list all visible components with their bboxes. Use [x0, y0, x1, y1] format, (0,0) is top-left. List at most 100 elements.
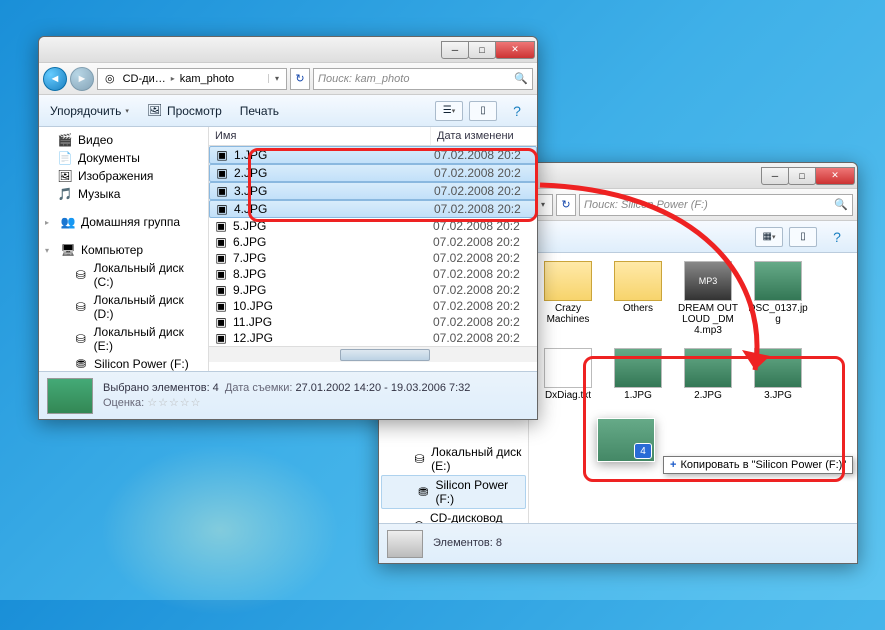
file-icon-grid[interactable]: Crazy MachinesOthersMP3DREAM OUT LOUD _D…: [529, 253, 857, 523]
breadcrumb-drive-icon: ◎: [102, 72, 118, 85]
file-row[interactable]: ▣5.JPG07.02.2008 20:2: [209, 218, 537, 234]
search-input[interactable]: Поиск: kam_photo 🔍: [313, 68, 533, 90]
organize-button[interactable]: Упорядочить ▾: [45, 102, 134, 120]
file-date: 07.02.2008 20:2: [434, 166, 521, 180]
sidebar-lib-video[interactable]: 🎬Видео: [39, 131, 208, 149]
grid-item[interactable]: Crazy Machines: [537, 261, 599, 336]
image-file-icon: ▣: [213, 315, 229, 329]
breadcrumb-seg[interactable]: CD-ди…: [120, 73, 169, 85]
preview-button[interactable]: 🖼Просмотр: [142, 101, 227, 121]
minimize-button[interactable]: ─: [761, 167, 789, 185]
video-icon: 🎬: [57, 133, 73, 147]
maximize-button[interactable]: □: [788, 167, 816, 185]
image-icon: 🖼: [57, 169, 73, 183]
titlebar[interactable]: ─ □ ✕: [39, 37, 537, 63]
image-file-icon: ▣: [214, 202, 230, 216]
breadcrumb[interactable]: ◎ CD-ди… ▸ kam_photo ▾: [97, 68, 287, 90]
horizontal-scrollbar[interactable]: [209, 346, 537, 362]
item-label: DSC_0137.jpg: [747, 303, 809, 325]
grid-item[interactable]: 1.JPG: [607, 348, 669, 401]
file-row[interactable]: ▣1.JPG07.02.2008 20:2: [209, 146, 537, 164]
sidebar-drive[interactable]: ⛃Silicon Power (F:): [39, 355, 208, 371]
scrollbar-thumb[interactable]: [340, 349, 430, 361]
file-name: 7.JPG: [233, 251, 433, 265]
file-row[interactable]: ▣2.JPG07.02.2008 20:2: [209, 164, 537, 182]
sidebar-drive-selected[interactable]: ⛃Silicon Power (F:): [381, 475, 526, 509]
sidebar-computer[interactable]: ▾🖥Компьютер: [39, 239, 208, 259]
image-file-icon: ▣: [213, 251, 229, 265]
drive-icon: ⛁: [73, 332, 89, 346]
nav-back-button[interactable]: ◄: [43, 67, 67, 91]
file-row[interactable]: ▣11.JPG07.02.2008 20:2: [209, 314, 537, 330]
file-row[interactable]: ▣12.JPG07.02.2008 20:2: [209, 330, 537, 346]
file-date: 07.02.2008 20:2: [434, 202, 521, 216]
grid-item[interactable]: 2.JPG: [677, 348, 739, 401]
file-row[interactable]: ▣9.JPG07.02.2008 20:2: [209, 282, 537, 298]
file-name: 3.JPG: [234, 184, 434, 198]
file-row[interactable]: ▣4.JPG07.02.2008 20:2: [209, 200, 537, 218]
file-row[interactable]: ▣ 7.JPG07.02.2008 20:2: [209, 250, 537, 266]
column-headers[interactable]: Имя Дата изменени: [209, 127, 537, 146]
search-input[interactable]: Поиск: Silicon Power (F:) 🔍: [579, 194, 853, 216]
view-button[interactable]: ▦ ▾: [755, 227, 783, 247]
sidebar-drive[interactable]: ⛁Локальный диск (E:): [379, 443, 528, 475]
grid-item[interactable]: DxDiag.txt: [537, 348, 599, 401]
item-label: DxDiag.txt: [545, 390, 591, 401]
nav-row: ◄ ► ◎ CD-ди… ▸ kam_photo ▾ ↻ Поиск: kam_…: [39, 63, 537, 95]
search-icon: 🔍: [834, 198, 848, 211]
grid-item[interactable]: Others: [607, 261, 669, 336]
file-row[interactable]: ▣8.JPG07.02.2008 20:2: [209, 266, 537, 282]
refresh-button[interactable]: ↻: [290, 68, 310, 90]
image-file-icon: ▣: [214, 184, 230, 198]
file-row[interactable]: ▣10.JPG07.02.2008 20:2: [209, 298, 537, 314]
nav-forward-button[interactable]: ►: [70, 67, 94, 91]
image-file-icon: ▣: [213, 331, 229, 345]
file-row[interactable]: ▣6.JPG07.02.2008 20:2: [209, 234, 537, 250]
file-row[interactable]: ▣3.JPG07.02.2008 20:2: [209, 182, 537, 200]
file-date: 07.02.2008 20:2: [434, 148, 521, 162]
cd-drive-icon: ◎: [413, 518, 425, 523]
grid-item[interactable]: 3.JPG: [747, 348, 809, 401]
image-file-icon: ▣: [213, 283, 229, 297]
breadcrumb-history[interactable]: ▾: [268, 74, 282, 83]
image-file-icon: ▣: [214, 148, 230, 162]
help-button[interactable]: ?: [503, 101, 531, 121]
file-list[interactable]: Имя Дата изменени ▣1.JPG07.02.2008 20:2▣…: [209, 127, 537, 371]
file-name: 9.JPG: [233, 283, 433, 297]
view-button[interactable]: ☰ ▾: [435, 101, 463, 121]
sidebar-homegroup[interactable]: ▸👥Домашняя группа: [39, 211, 208, 231]
col-name[interactable]: Имя: [209, 127, 431, 145]
file-date: 07.02.2008 20:2: [433, 251, 520, 265]
sidebar-drive[interactable]: ⛁Локальный диск (E:): [39, 323, 208, 355]
drag-count-badge: 4: [634, 443, 652, 459]
close-button[interactable]: ✕: [495, 41, 535, 59]
sidebar-lib-music[interactable]: 🎵Музыка: [39, 185, 208, 203]
help-button[interactable]: ?: [823, 227, 851, 247]
maximize-button[interactable]: □: [468, 41, 496, 59]
image-file-icon: ▣: [213, 235, 229, 249]
rating-stars[interactable]: ☆☆☆☆☆: [147, 397, 201, 409]
preview-pane-button[interactable]: ▯: [789, 227, 817, 247]
file-date: 07.02.2008 20:2: [433, 219, 520, 233]
search-placeholder: Поиск: Silicon Power (F:): [584, 199, 708, 211]
sidebar-drive[interactable]: ⛁Локальный диск (C:): [39, 259, 208, 291]
grid-item[interactable]: MP3DREAM OUT LOUD _DM 4.mp3: [677, 261, 739, 336]
file-name: 5.JPG: [233, 219, 433, 233]
sidebar-drive[interactable]: ⛁Локальный диск (D:): [39, 291, 208, 323]
col-date[interactable]: Дата изменени: [431, 127, 537, 145]
grid-item[interactable]: DSC_0137.jpg: [747, 261, 809, 336]
minimize-button[interactable]: ─: [441, 41, 469, 59]
sidebar-lib-docs[interactable]: 📄Документы: [39, 149, 208, 167]
refresh-button[interactable]: ↻: [556, 194, 576, 216]
print-button[interactable]: Печать: [235, 102, 284, 120]
sidebar-lib-images[interactable]: 🖼Изображения: [39, 167, 208, 185]
close-button[interactable]: ✕: [815, 167, 855, 185]
selection-thumbnail: [47, 378, 93, 414]
desktop-glow: [80, 430, 360, 630]
usb-drive-icon: ⛃: [73, 357, 89, 371]
sidebar-drive[interactable]: ◎CD-дисковод (H:) Land: [379, 509, 528, 523]
file-name: 2.JPG: [234, 166, 434, 180]
preview-pane-button[interactable]: ▯: [469, 101, 497, 121]
image-file-icon: ▣: [213, 267, 229, 281]
breadcrumb-seg[interactable]: kam_photo: [177, 73, 237, 85]
